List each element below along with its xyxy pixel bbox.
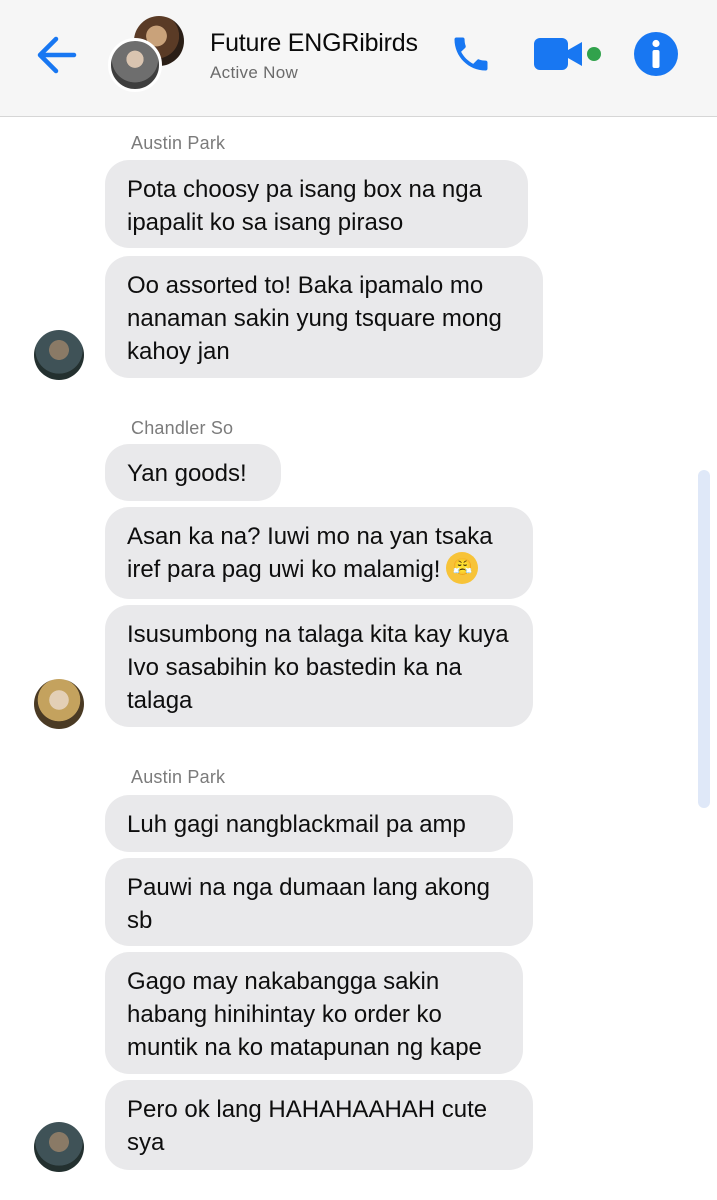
message-bubble[interactable]: Asan ka na? Iuwi mo na yan tsaka iref pa…: [105, 507, 533, 599]
angry-face-emoji-icon: 😤: [446, 551, 479, 584]
sender-name: Austin Park: [131, 133, 226, 153]
avatar[interactable]: [34, 679, 84, 729]
chat-header: Future ENGRibirds Active Now: [0, 0, 717, 117]
sender-name: Austin Park: [131, 767, 226, 787]
message-bubble[interactable]: Yan goods!: [105, 444, 281, 501]
message-bubble[interactable]: Pero ok lang HAHAHAAHAH cute sya: [105, 1080, 533, 1170]
message-bubble[interactable]: Pauwi na nga dumaan lang akong sb: [105, 858, 533, 946]
info-icon[interactable]: [632, 30, 680, 78]
active-status: Active Now: [210, 63, 299, 82]
message-bubble[interactable]: Oo assorted to! Baka ipamalo mo nanaman …: [105, 256, 543, 378]
message-text: Asan ka na? Iuwi mo na yan tsaka iref pa…: [127, 523, 493, 583]
message-bubble[interactable]: Pota choosy pa isang box na nga ipapalit…: [105, 160, 528, 248]
sender-name: Chandler So: [131, 418, 234, 438]
conversation-title[interactable]: Future ENGRibirds: [210, 29, 418, 58]
scrollbar[interactable]: [698, 470, 710, 808]
message-bubble[interactable]: Gago may nakabangga sakin habang hinihin…: [105, 952, 523, 1074]
avatar[interactable]: [34, 1122, 84, 1172]
back-arrow-icon[interactable]: [32, 33, 80, 77]
message-bubble[interactable]: Isusumbong na talaga kita kay kuya Ivo s…: [105, 605, 533, 727]
message-bubble[interactable]: Luh gagi nangblackmail pa amp: [105, 795, 513, 852]
avatar: [108, 38, 162, 92]
phone-icon[interactable]: [446, 30, 496, 78]
avatar[interactable]: [34, 330, 84, 380]
video-camera-icon[interactable]: [532, 34, 604, 74]
group-avatar[interactable]: [108, 16, 188, 92]
